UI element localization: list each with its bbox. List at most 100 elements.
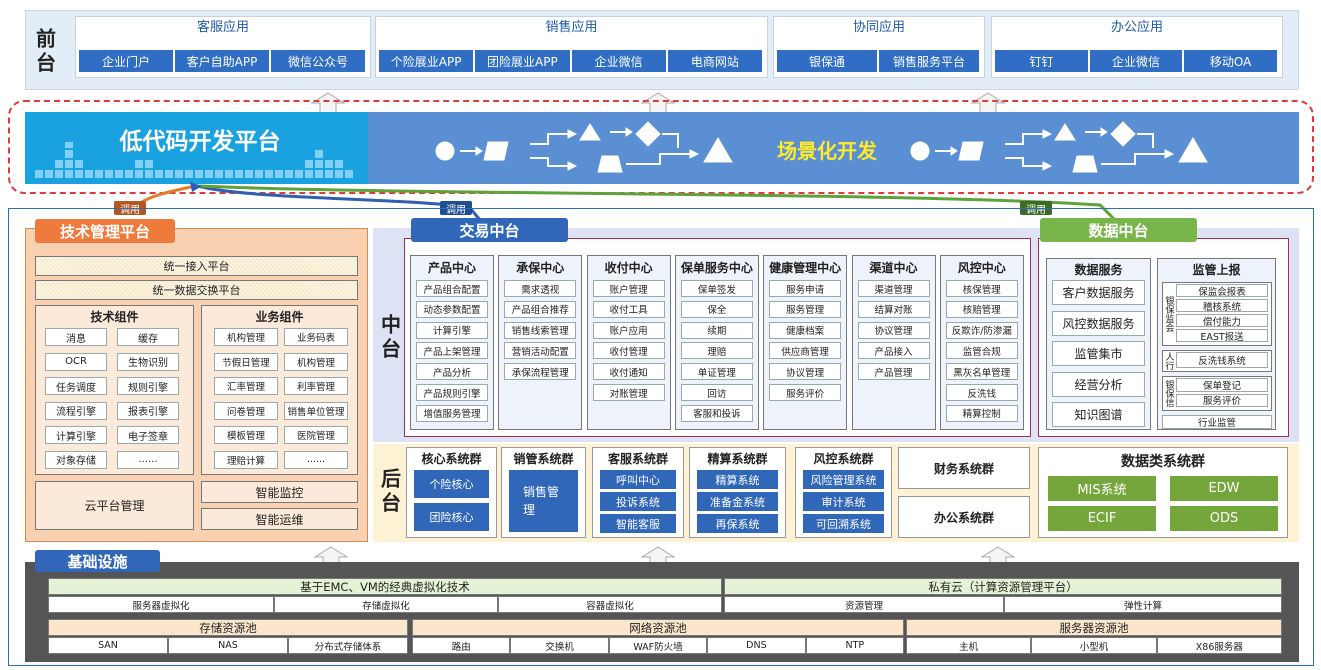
center-item[interactable]: 账户应用	[592, 321, 665, 339]
center-item[interactable]: 核赔管理	[945, 300, 1018, 318]
center-item[interactable]: 健康档案	[769, 321, 842, 339]
tech-top-0: 统一接入平台	[35, 256, 358, 276]
center-item[interactable]: 理赔	[680, 342, 753, 360]
reg-item[interactable]: EAST报送	[1176, 329, 1268, 343]
data-cluster-item[interactable]: MIS系统	[1048, 476, 1156, 501]
cluster-title: 风控系统群	[813, 451, 874, 466]
center-item[interactable]: 需求透视	[504, 280, 577, 297]
tech-component-item: 流程引擎	[45, 401, 107, 420]
virt-item: 容器虚拟化	[498, 596, 722, 613]
tech-component-item: 规则引擎	[117, 377, 179, 395]
pool-title: 服务器资源池	[906, 619, 1282, 636]
cluster-title: 销管系统群	[513, 451, 574, 466]
center-item[interactable]: 协议管理	[769, 363, 842, 381]
center-item[interactable]: 单证管理	[680, 363, 753, 381]
center-item[interactable]: 承保流程管理	[504, 363, 577, 381]
cluster-item[interactable]: 精算系统	[697, 470, 778, 489]
cluster-item[interactable]: 呼叫中心	[600, 470, 676, 489]
tech-component-item: 缓存	[117, 328, 179, 346]
center-item[interactable]: 黑灰名单管理	[945, 363, 1018, 381]
trade-title: 交易中台	[411, 218, 568, 242]
center-item[interactable]: 产品组合推荐	[504, 300, 577, 318]
pool-title: 存储资源池	[48, 619, 408, 636]
center-item[interactable]: 收付工具	[592, 300, 665, 318]
virt-item: 存储虚拟化	[274, 596, 498, 613]
data-service-item[interactable]: 风控数据服务	[1052, 310, 1145, 336]
center-item[interactable]: 收付通知	[592, 363, 665, 381]
center-item[interactable]: 供应商管理	[769, 342, 842, 360]
center-item[interactable]: 监管合规	[945, 342, 1018, 360]
center-item[interactable]: 回访	[680, 384, 753, 401]
cluster-item[interactable]: 销售管理	[509, 470, 578, 532]
center-item[interactable]: 精算控制	[945, 404, 1018, 422]
reg-item[interactable]: 偿付能力	[1176, 314, 1268, 328]
cluster-item[interactable]: 再保系统	[697, 514, 778, 533]
center-item[interactable]: 收付管理	[592, 342, 665, 360]
center-item[interactable]: 服务申请	[769, 280, 842, 297]
reg-item[interactable]: 保单登记	[1176, 378, 1268, 392]
center-item[interactable]: 服务管理	[769, 300, 842, 318]
center-item[interactable]: 客服和投诉	[680, 404, 753, 422]
center-item[interactable]: 产品组合配置	[416, 280, 488, 297]
center-item[interactable]: 反欺诈/防渗漏	[945, 321, 1018, 339]
reg-item[interactable]: 服务评价	[1176, 393, 1268, 407]
center-item[interactable]: 对账管理	[592, 384, 665, 401]
data-service-item[interactable]: 客户数据服务	[1052, 280, 1145, 305]
cluster-item[interactable]: 团险核心	[414, 503, 489, 531]
center-item[interactable]: 增值服务管理	[416, 404, 488, 422]
center-item[interactable]: 保全	[680, 300, 753, 318]
data-cluster-item[interactable]: ODS	[1170, 506, 1278, 531]
tech-component-item: 生物识别	[117, 352, 179, 371]
center-item[interactable]: 协议管理	[857, 321, 930, 339]
pool-item: 小型机	[1031, 637, 1157, 654]
cloud-item: 弹性计算	[1004, 596, 1282, 613]
reg-item[interactable]: 保监会报表	[1176, 284, 1268, 298]
center-item[interactable]: 产品规则引擎	[416, 384, 488, 401]
center-item[interactable]: 结算对账	[857, 300, 930, 318]
center-item[interactable]: 营销活动配置	[504, 342, 577, 360]
biz-component-item: 机构管理	[214, 328, 278, 346]
center-item[interactable]: 渠道管理	[857, 280, 930, 297]
reg-industry[interactable]: 行业监管	[1162, 415, 1272, 429]
center-item[interactable]: 动态参数配置	[416, 300, 488, 318]
center-item[interactable]: 计算引擎	[416, 321, 488, 339]
center-item[interactable]: 核保管理	[945, 280, 1018, 297]
pool-item: X86服务器	[1156, 637, 1282, 654]
reg-title: 监管上报	[1192, 262, 1241, 277]
cluster-item[interactable]: 个险核心	[414, 470, 489, 498]
pool-item: 分布式存储体系	[288, 637, 408, 654]
center-title: 承保中心	[516, 260, 565, 275]
center-item[interactable]: 保单签发	[680, 280, 753, 297]
center-item[interactable]: 账户管理	[592, 280, 665, 297]
cluster-item[interactable]: 准备金系统	[697, 492, 778, 511]
reg-item[interactable]: 反洗钱系统	[1176, 352, 1268, 368]
virt-item: 服务器虚拟化	[48, 596, 274, 613]
data-cluster-item[interactable]: EDW	[1170, 476, 1278, 501]
pool-item: 交换机	[510, 637, 609, 654]
center-item[interactable]: 产品分析	[416, 363, 488, 381]
cluster-title: 客服系统群	[607, 451, 668, 466]
center-item[interactable]: 销售线索管理	[504, 321, 577, 339]
reg-item[interactable]: 稽核系统	[1176, 299, 1268, 313]
center-item[interactable]: 产品接入	[857, 342, 930, 360]
cluster-item[interactable]: 投诉系统	[600, 492, 676, 511]
pool-item: NTP	[805, 637, 904, 654]
data-service-item[interactable]: 知识图谱	[1052, 402, 1145, 427]
center-item[interactable]: 产品管理	[857, 363, 930, 381]
center-title: 产品中心	[427, 260, 476, 275]
center-title: 渠道中心	[869, 260, 918, 275]
cluster-item[interactable]: 智能客服	[600, 514, 676, 533]
data-service-item[interactable]: 经营分析	[1052, 371, 1145, 397]
data-cluster-item[interactable]: ECIF	[1048, 506, 1156, 531]
cloud-platform-mgmt: 云平台管理	[35, 481, 194, 530]
cluster-item[interactable]: 可回溯系统	[803, 514, 884, 533]
reg-group-side: 银保监会	[1163, 296, 1174, 332]
center-item[interactable]: 服务评价	[769, 384, 842, 401]
center-item[interactable]: 产品上架管理	[416, 342, 488, 360]
cluster-item[interactable]: 审计系统	[803, 492, 884, 511]
center-item[interactable]: 反洗钱	[945, 384, 1018, 401]
cluster-item[interactable]: 风险管理系统	[803, 470, 884, 489]
data-service-item[interactable]: 监管集市	[1052, 341, 1145, 366]
center-title: 收付中心	[604, 260, 653, 275]
center-item[interactable]: 续期	[680, 321, 753, 339]
